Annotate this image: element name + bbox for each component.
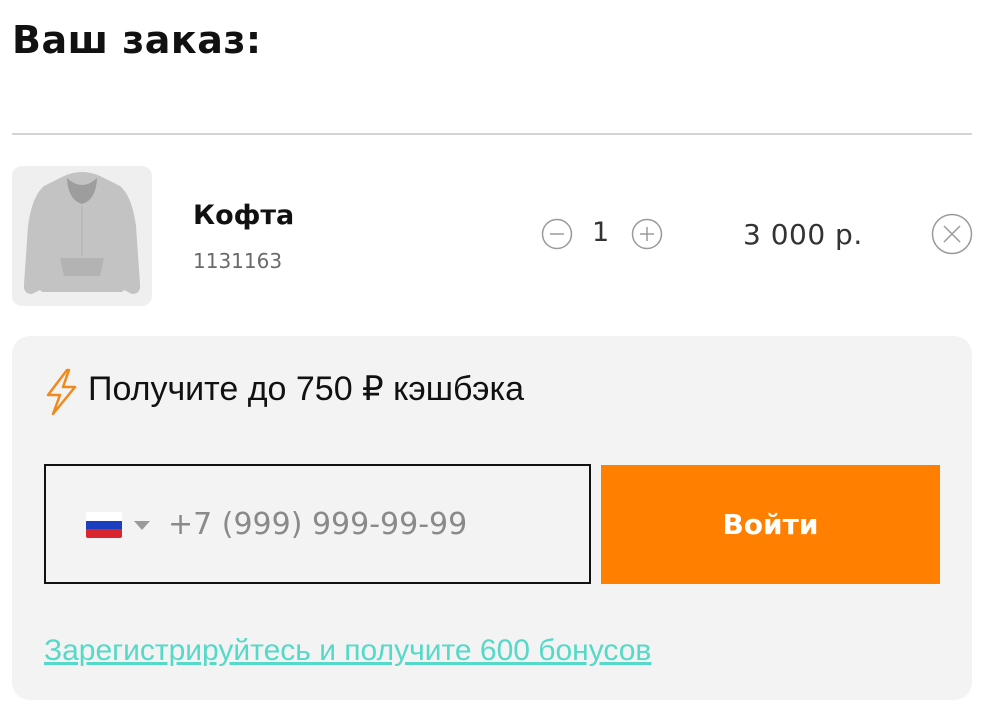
cashback-panel: Получите до 750 ₽ кэшбэка Войти Зарегист… [12,336,972,700]
product-price: 3 000 р. [743,218,863,251]
remove-item-button[interactable] [931,213,973,255]
minus-circle-icon [541,218,573,250]
product-sku: 1131163 [193,249,283,273]
product-name[interactable]: Кофта [193,200,294,231]
product-image[interactable] [12,166,152,306]
russia-flag-icon[interactable] [86,512,122,538]
cashback-text: Получите до 750 ₽ кэшбэка [88,370,524,408]
plus-circle-icon [631,218,663,250]
login-button[interactable]: Войти [601,465,940,584]
close-circle-icon [931,213,973,255]
quantity-value: 1 [592,217,610,248]
register-link[interactable]: Зарегистрируйтесь и получите 600 бонусов [44,634,651,668]
hoodie-image [23,172,141,294]
phone-input[interactable] [168,502,548,546]
divider [12,133,972,135]
chevron-down-icon[interactable] [134,521,150,530]
phone-field[interactable] [44,464,591,584]
page-title: Ваш заказ: [12,18,262,62]
lightning-icon [46,368,77,416]
increase-quantity-button[interactable] [631,218,663,250]
decrease-quantity-button[interactable] [541,218,573,250]
